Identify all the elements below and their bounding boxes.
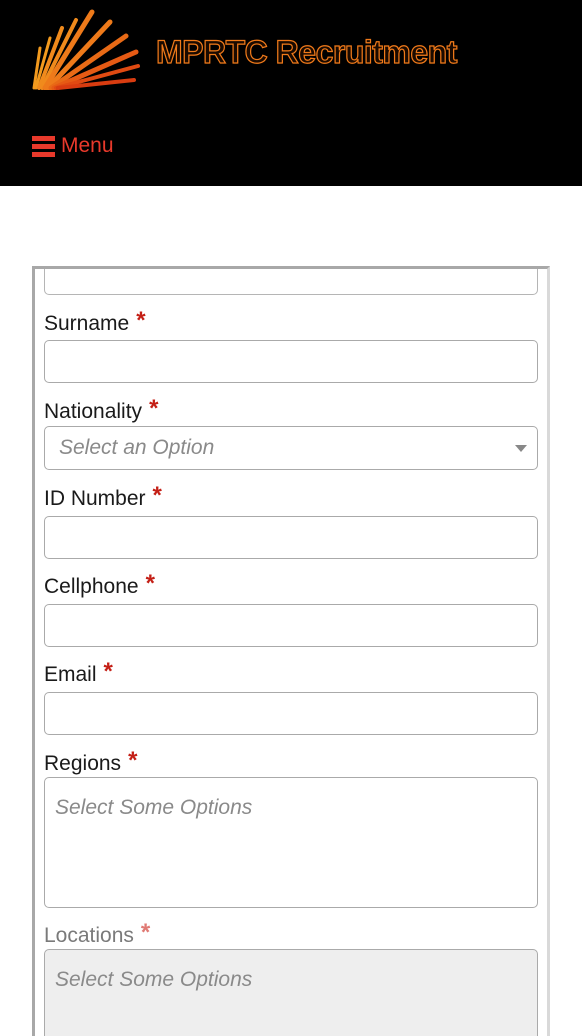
nationality-select[interactable]: Select an Option [44,426,538,470]
required-asterisk: * [152,482,162,509]
nationality-label: Nationality * [44,395,159,423]
required-asterisk: * [103,658,113,685]
cellphone-input[interactable] [44,604,538,647]
locations-label: Locations * [44,919,151,947]
nationality-placeholder: Select an Option [59,436,215,459]
site-title[interactable]: MPRTC Recruitment [155,33,458,71]
required-asterisk: * [149,395,159,422]
id-number-input[interactable] [44,516,538,559]
locations-multiselect: Select Some Options [44,949,538,1036]
site-header: MPRTC Recruitment Menu [0,0,582,186]
locations-placeholder: Select Some Options [55,968,253,991]
id-number-label: ID Number * [44,482,162,510]
cellphone-label: Cellphone * [44,570,155,598]
sunburst-logo-icon[interactable] [30,8,142,90]
required-asterisk: * [140,919,151,946]
email-input[interactable] [44,692,538,735]
application-form: Surname * Nationality * Select an Option I… [32,266,550,1036]
surname-label: Surname * [44,307,146,335]
email-label: Email * [44,658,113,686]
required-asterisk: * [128,747,138,774]
previous-field-input[interactable] [44,269,538,295]
regions-multiselect[interactable]: Select Some Options [44,777,538,908]
hamburger-icon [32,135,55,157]
surname-input[interactable] [44,340,538,383]
regions-placeholder: Select Some Options [55,796,253,819]
menu-label: Menu [61,134,114,157]
regions-label: Regions * [44,747,138,775]
required-asterisk: * [145,570,155,597]
menu-button[interactable]: Menu [32,130,114,162]
required-asterisk: * [136,307,146,334]
chevron-down-icon [515,445,527,452]
